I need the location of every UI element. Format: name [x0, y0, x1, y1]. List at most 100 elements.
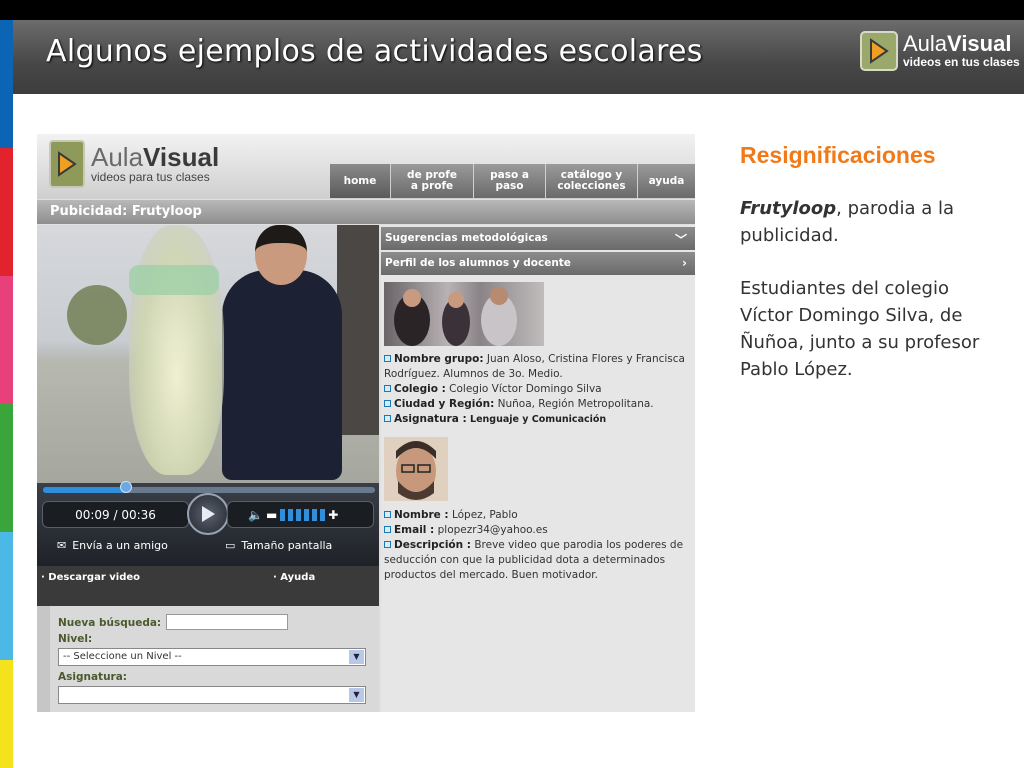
video-section-title: Pubicidad: Frutyloop [37, 200, 695, 224]
level-label: Nivel: [58, 633, 93, 645]
nav-home[interactable]: home [330, 164, 391, 198]
volume-minus-icon[interactable]: ▬ [266, 508, 277, 522]
bullet-icon [384, 541, 391, 548]
strip-cyan [0, 532, 13, 660]
brand-logo: AulaVisual videos en tus clases [860, 31, 1020, 71]
teacher-name-label: Nombre : [394, 509, 449, 521]
subject-row: Asignatura : Lenguaje y Comunicación [384, 412, 694, 427]
teacher-name-row: Nombre : López, Pablo [384, 508, 694, 523]
brand-name-bold: Visual [947, 31, 1012, 56]
video-wall [337, 225, 379, 435]
main-nav: home de profe a profe paso a paso catálo… [330, 164, 695, 198]
teacher-email-row: Email : plopezr34@yahoo.es [384, 523, 694, 538]
description-label: Descripción : [394, 539, 471, 551]
side-frutyloop-title: Frutyloop [740, 198, 837, 219]
video-tree [67, 285, 127, 345]
seek-fill [43, 487, 126, 493]
bullet-icon [384, 385, 391, 392]
help-link[interactable]: · Ayuda [273, 572, 315, 583]
side-paragraph-1: Frutyloop, parodia a la publicidad. [740, 195, 1000, 249]
brand-tagline: videos en tus clases [903, 55, 1020, 69]
video-person-body [222, 270, 342, 480]
bullet-icon [384, 511, 391, 518]
subject-row-label: Asignatura : [394, 413, 467, 425]
level-select[interactable]: -- Seleccione un Nivel -- ▼ [58, 648, 366, 666]
chevron-down-icon: ▼ [349, 650, 364, 664]
description-row: Descripción : Breve video que parodia lo… [384, 538, 694, 583]
web-logo-light: Aula [91, 142, 144, 172]
group-photo [384, 282, 544, 346]
nav-catalogo[interactable]: catálogo y colecciones [546, 164, 638, 198]
info-column: Sugerencias metodológicas ﹀ Perfil de lo… [381, 225, 695, 712]
video-frame[interactable] [37, 225, 379, 483]
seek-knob[interactable] [120, 481, 132, 493]
volume-plus-icon[interactable]: ✚ [328, 508, 338, 522]
accordion-profile[interactable]: Perfil de los alumnos y docente › [381, 252, 695, 275]
web-logo-tagline: videos para tus clases [91, 170, 210, 184]
chevron-down-icon: ▼ [349, 688, 364, 702]
play-logo-icon [49, 140, 85, 188]
volume-bar [312, 508, 318, 521]
bullet-icon [384, 400, 391, 407]
play-button[interactable] [187, 493, 229, 535]
slide-side-text: Resignificaciones Frutyloop, parodia a l… [740, 142, 1000, 383]
nav-ayuda[interactable]: ayuda [638, 164, 695, 198]
teacher-photo [384, 437, 448, 501]
subject-select[interactable]: ▼ [58, 686, 366, 704]
teacher-email-label: Email : [394, 524, 435, 536]
screen-icon: ▭ [225, 539, 236, 552]
nav-de-profe[interactable]: de profe a profe [391, 164, 474, 198]
strip-green [0, 404, 13, 532]
volume-control[interactable]: 🔈 ▬ ✚ [227, 501, 374, 528]
level-select-value: -- Seleccione un Nivel -- [63, 651, 182, 662]
time-display: 00:09 / 00:36 [42, 501, 189, 528]
accordion-suggestions[interactable]: Sugerencias metodológicas ﹀ [381, 227, 695, 250]
speaker-icon: 🔈 [248, 507, 263, 522]
new-search-input[interactable] [166, 613, 289, 630]
volume-bar [320, 508, 326, 521]
bullet-icon [384, 415, 391, 422]
play-logo-icon [860, 31, 898, 71]
video-bottle [129, 225, 224, 475]
city-row: Ciudad y Región: Nuñoa, Región Metropoli… [384, 397, 694, 412]
side-heading: Resignificaciones [740, 142, 936, 168]
screen-size-label: Tamaño pantalla [241, 539, 333, 552]
envelope-icon: ✉ [57, 539, 67, 552]
teacher-info: Nombre : López, Pablo Email : plopezr34@… [384, 508, 694, 583]
download-video-link[interactable]: · Descargar video [41, 572, 140, 583]
school-label: Colegio : [394, 383, 446, 395]
volume-bar [280, 508, 286, 521]
search-panel: Nueva búsqueda: Nivel: -- Seleccione un … [37, 606, 379, 712]
web-logo[interactable]: AulaVisual videos para tus clases [49, 140, 219, 188]
slide-title: Algunos ejemplos de actividades escolare… [46, 34, 703, 69]
bullet-icon [384, 526, 391, 533]
nav-paso-a-paso[interactable]: paso a paso [474, 164, 546, 198]
accordion-profile-label: Perfil de los alumnos y docente [385, 257, 571, 269]
video-bottle-label [129, 265, 219, 295]
accordion-suggestions-label: Sugerencias metodológicas [385, 232, 548, 244]
volume-bar [304, 508, 310, 521]
city-label: Ciudad y Región: [394, 398, 495, 410]
chevron-right-icon: › [682, 256, 687, 270]
video-person-head [255, 225, 307, 285]
teacher-email-value[interactable]: plopezr34@yahoo.es [438, 524, 548, 536]
volume-bar [296, 508, 302, 521]
volume-bar [288, 508, 294, 521]
play-icon [202, 506, 215, 522]
brand-name-light: Aula [903, 31, 948, 56]
group-info: Nombre grupo: Juan Aloso, Cristina Flore… [384, 352, 694, 427]
strip-blue [0, 20, 13, 148]
side-paragraph-2: Estudiantes del colegio Víctor Domingo S… [740, 278, 980, 380]
school-value: Colegio Víctor Domingo Silva [449, 383, 602, 395]
strip-pink [0, 276, 13, 404]
video-links-bar: · Descargar video · Ayuda [37, 566, 379, 606]
screen-size-link[interactable]: ▭ Tamaño pantalla [225, 539, 332, 552]
group-name-label: Nombre grupo: [394, 353, 484, 365]
strip-yellow [0, 660, 13, 768]
website-screenshot: AulaVisual videos para tus clases home d… [37, 134, 695, 712]
color-strip [0, 20, 13, 768]
send-to-friend-link[interactable]: ✉ Envía a un amigo [57, 539, 168, 552]
new-search-label: Nueva búsqueda: [58, 617, 162, 629]
subject-row-value: Lenguaje y Comunicación [470, 414, 607, 425]
city-value: Nuñoa, Región Metropolitana. [497, 398, 654, 410]
